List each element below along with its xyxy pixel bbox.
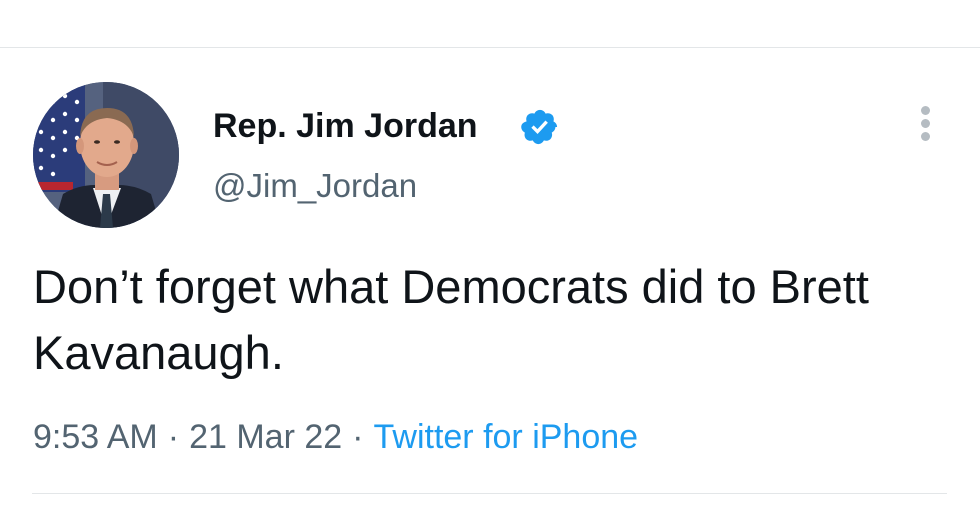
meta-separator: · — [167, 418, 180, 456]
top-divider — [0, 47, 980, 48]
tweet-text: Don’t forget what Democrats did to Brett… — [33, 260, 869, 379]
verified-badge-icon — [521, 109, 558, 145]
tweet-date[interactable]: 21 Mar 22 — [189, 418, 342, 456]
avatar-image — [33, 82, 179, 228]
meta-separator: · — [352, 418, 364, 456]
more-vertical-icon[interactable] — [909, 104, 941, 144]
tweet-time[interactable]: 9:53 AM — [33, 418, 158, 456]
tweet-source-link[interactable]: Twitter for iPhone — [374, 418, 639, 456]
avatar[interactable] — [33, 82, 179, 228]
user-handle[interactable]: @Jim_Jordan — [213, 166, 417, 206]
display-name[interactable]: Rep. Jim Jordan — [213, 106, 478, 146]
tweet-meta: 9:53 AM · 21 Mar 22 · Twitter for iPhone — [33, 415, 638, 459]
bottom-divider — [32, 493, 947, 494]
